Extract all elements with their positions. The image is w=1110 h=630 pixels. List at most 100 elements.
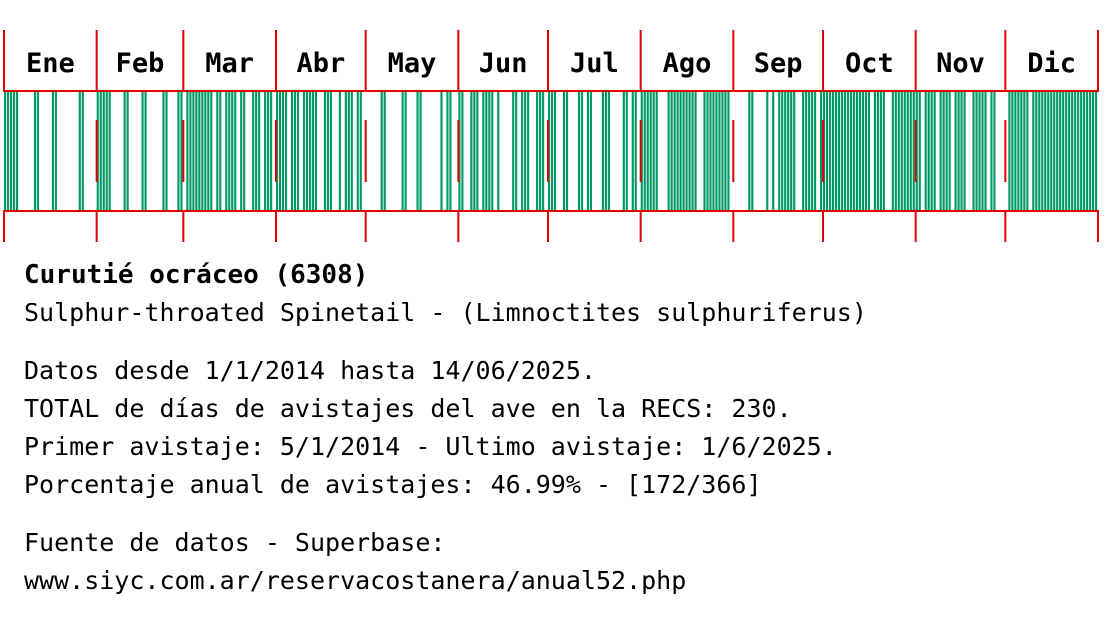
sighting-bar-day-262 (784, 92, 787, 210)
sighting-bar-day-98 (293, 92, 297, 210)
sighting-bar-day-284 (849, 92, 853, 210)
sighting-bar-day-63 (189, 92, 192, 210)
sighting-bar-day-86 (258, 92, 261, 210)
sighting-bar-day-209 (625, 92, 628, 210)
sighting-bar-day-353 (1056, 92, 1059, 210)
sighting-bar-day-62 (186, 92, 189, 210)
sighting-bar-day-181 (542, 92, 545, 210)
sighting-bar-day-232 (694, 92, 697, 210)
sighting-bar-day-229 (685, 92, 688, 210)
sighting-bar-day-139 (416, 92, 419, 210)
sighting-bar-day-231 (691, 92, 694, 210)
month-label-oct: Oct (845, 48, 894, 79)
sighting-bar-day-239 (715, 92, 718, 210)
sighting-bar-day-361 (1080, 92, 1083, 210)
sighting-bar-day-162 (485, 92, 488, 210)
sighting-bar-day-215 (643, 92, 646, 210)
data-range-text: Datos desde 1/1/2014 hasta 14/06/2025. (24, 356, 596, 385)
sighting-bar-day-171 (512, 92, 515, 210)
sighting-bar-day-158 (473, 92, 476, 210)
sighting-bar-day-184 (551, 92, 554, 210)
sighting-bar-day-243 (727, 92, 730, 210)
sighting-bar-day-305 (912, 92, 915, 210)
sighting-bar-day-350 (1047, 92, 1050, 210)
annual-sightings-chart: Ene Feb Mar Abr May Jun Jul Ago Sep Oct Nov Dic (3, 30, 1099, 242)
sighting-bar-day-356 (1065, 92, 1068, 210)
sighting-bar-day-194 (580, 92, 584, 210)
sighting-bar-day-317 (948, 92, 951, 210)
month-label-jul: Jul (570, 48, 619, 79)
sighting-bar-day-354 (1059, 92, 1062, 210)
sighting-bar-day-315 (942, 92, 945, 210)
sighting-bar-day-328 (981, 92, 984, 210)
sighting-bar-day-321 (960, 92, 963, 210)
sighting-bar-day-299 (894, 92, 897, 210)
sighting-bar-day-225 (673, 92, 676, 210)
sighting-bar-day-119 (356, 92, 359, 210)
sighting-bar-day-309 (924, 92, 927, 210)
sighting-bar-day-293 (876, 92, 879, 210)
sighting-bar-day-197 (589, 92, 593, 210)
sighting-bar-day-260 (778, 92, 781, 210)
sighting-bar-day-102 (305, 92, 309, 210)
sighting-bar-day-103 (308, 92, 312, 210)
sighting-bar-day-189 (565, 92, 569, 210)
sighting-bar-day-41 (123, 92, 126, 210)
sighting-bar-day-320 (957, 92, 960, 210)
sighting-bar-day-327 (978, 92, 981, 210)
total-days-text: TOTAL de días de avistajes del ave en la… (24, 394, 792, 423)
sighting-bar-day-358 (1071, 92, 1074, 210)
sighting-bar-day-338 (1011, 92, 1014, 210)
sighting-bar-day-60 (180, 92, 183, 210)
sighting-bar-day-363 (1086, 92, 1089, 210)
sighting-bar-day-75 (225, 92, 228, 210)
sighting-bar-day-154 (461, 92, 464, 210)
sighting-bar-day-90 (270, 92, 273, 210)
sighting-bar-day-69 (207, 92, 210, 210)
sighting-bar-day-219 (655, 92, 658, 210)
sighting-bar-day-250 (748, 92, 751, 210)
sighting-bar-day-311 (930, 92, 933, 210)
sighting-bar-day-179 (536, 92, 539, 210)
sighting-bar-day-180 (539, 92, 542, 210)
sighting-bar-day-355 (1062, 92, 1065, 210)
sighting-bar-day-104 (311, 92, 315, 210)
sighting-bar-day-217 (649, 92, 652, 210)
sighting-bar-day-88 (264, 92, 267, 210)
sighting-bar-day-159 (476, 92, 479, 210)
sighting-bar-day-147 (440, 92, 443, 210)
sighting-bar-day-1 (4, 92, 7, 210)
sighting-bar-day-48 (144, 92, 147, 210)
sighting-bar-day-282 (843, 92, 847, 210)
sighting-bar-day-203 (607, 92, 610, 210)
sighting-bar-day-341 (1020, 92, 1023, 210)
sighting-bar-day-113 (338, 92, 341, 210)
sighting-bar-day-218 (652, 92, 655, 210)
sighting-bar-day-157 (470, 92, 473, 210)
sighting-bar-day-2 (6, 92, 10, 210)
sighting-bar-day-76 (228, 92, 231, 210)
sighting-bar-day-116 (347, 92, 350, 210)
sighting-bar-day-201 (601, 92, 604, 210)
sighting-bar-day-269 (805, 92, 808, 210)
month-label-sep: Sep (754, 48, 803, 79)
sighting-bar-day-265 (793, 92, 796, 210)
sighting-bar-day-196 (586, 92, 590, 210)
sighting-bar-day-349 (1044, 92, 1047, 210)
sighting-bar-day-164 (491, 92, 494, 210)
sighting-bar-day-365 (1092, 92, 1095, 210)
sighting-bar-day-33 (99, 92, 102, 210)
sighting-bar-day-84 (252, 92, 255, 210)
sighting-bar-day-276 (825, 92, 829, 210)
sighting-bar-day-216 (646, 92, 649, 210)
month-label-ago: Ago (663, 48, 712, 79)
species-subtitle: Sulphur-throated Spinetail - (Limnoctite… (24, 298, 867, 327)
sighting-bar-day-360 (1077, 92, 1080, 210)
sighting-bar-day-295 (882, 92, 885, 210)
month-label-nov: Nov (936, 48, 985, 79)
sighting-bar-day-27 (81, 92, 84, 210)
sighting-bar-day-304 (909, 92, 912, 210)
month-label-ene: Ene (26, 48, 75, 79)
sighting-bar-day-228 (682, 92, 685, 210)
sighting-bar-day-288 (861, 92, 865, 210)
